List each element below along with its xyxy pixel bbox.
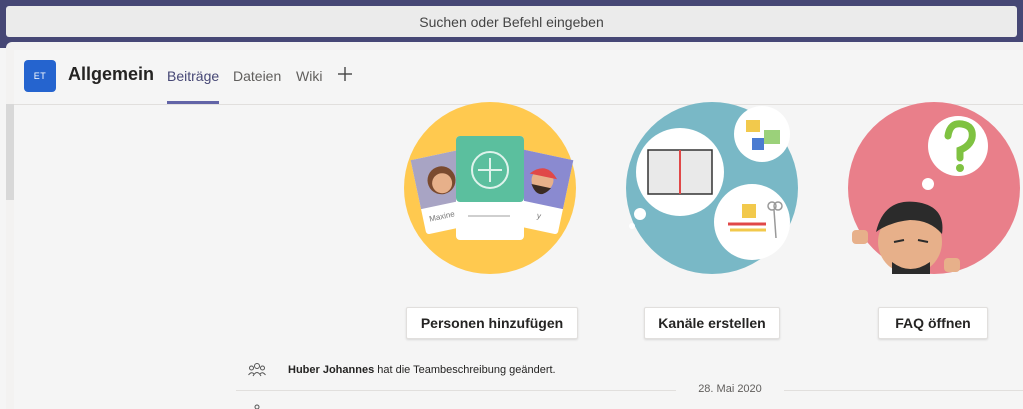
faq-illustration: [848, 102, 1020, 274]
activity-text: hat die Teambeschreibung geändert.: [374, 364, 556, 376]
active-tab-indicator: [167, 101, 219, 104]
search-input[interactable]: Suchen oder Befehl eingeben: [6, 6, 1017, 37]
left-rail-scroll: [6, 104, 14, 200]
tab-dateien[interactable]: Dateien: [233, 68, 281, 84]
create-channels-button[interactable]: Kanäle erstellen: [644, 307, 780, 339]
date-divider-left: [236, 390, 676, 391]
tab-wiki[interactable]: Wiki: [296, 68, 322, 84]
channels-illustration: [626, 102, 798, 274]
open-faq-button[interactable]: FAQ öffnen: [878, 307, 988, 339]
team-icon: [248, 363, 266, 377]
activity-message: Huber Johannes hat die Teambeschreibung …: [288, 364, 556, 376]
activity-actor[interactable]: Huber Johannes: [288, 364, 374, 376]
channel-title: Allgemein: [68, 64, 155, 84]
people-illustration: Maxine y: [404, 102, 576, 274]
channel-header: [14, 50, 1023, 105]
add-tab-icon[interactable]: [335, 64, 355, 84]
team-avatar[interactable]: ET: [24, 60, 56, 92]
add-people-button[interactable]: Personen hinzufügen: [406, 307, 578, 339]
tab-beitraege[interactable]: Beiträge: [167, 68, 219, 84]
activity-next-icon: [254, 404, 260, 409]
date-divider-right: [784, 390, 1023, 391]
date-separator: 28. Mai 2020: [698, 383, 762, 395]
